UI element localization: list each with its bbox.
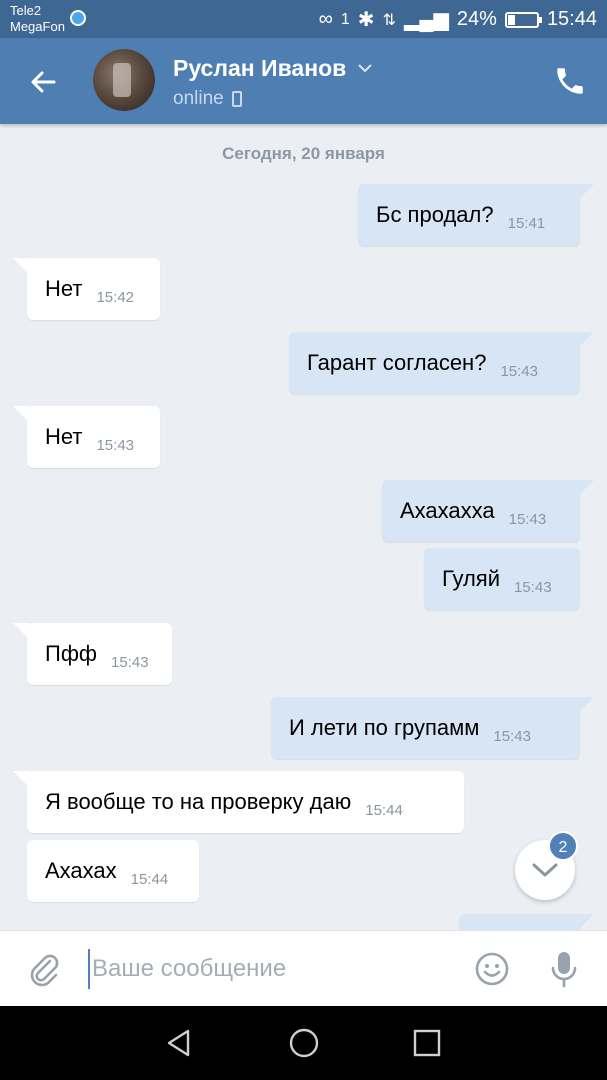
message-time: 15:43 [500, 362, 538, 380]
chevron-down-icon [532, 863, 558, 877]
message-time: 15:41 [507, 214, 546, 232]
emoji-icon[interactable] [474, 951, 510, 987]
message-text: И лети по групамм [289, 715, 480, 740]
presence-status: online [173, 88, 242, 110]
message-bubble-outgoing[interactable]: Гуляй 15:43 [424, 548, 580, 610]
message-text: Ахахахха [400, 498, 495, 523]
nav-recents-icon[interactable] [410, 1026, 444, 1060]
chat-header: Руслан Иванов online [0, 38, 607, 124]
paperclip-icon[interactable] [26, 951, 62, 987]
nav-home-icon[interactable] [287, 1026, 321, 1060]
message-bubble-incoming[interactable]: Я вообще то на проверку даю 15:44 [13, 771, 464, 833]
nav-back-icon[interactable] [162, 1026, 196, 1060]
signal-strength-icon: ▂▄▆ [403, 9, 449, 31]
microphone-icon[interactable] [546, 949, 582, 989]
data-signal-icon: ⇅ [382, 11, 396, 29]
message-bubble-outgoing[interactable]: Гарант согласен? 15:43 [289, 332, 594, 394]
message-bubble-incoming[interactable]: Нет 15:43 [13, 406, 160, 468]
message-text: Ахахах [45, 858, 117, 883]
avatar[interactable] [93, 49, 155, 111]
message-time: 15:42 [96, 288, 135, 306]
contact-name[interactable]: Руслан Иванов [173, 55, 346, 82]
chevron-down-icon[interactable] [357, 62, 373, 74]
phone-icon[interactable] [553, 64, 587, 98]
message-text: Я вообще то на проверку даю [45, 789, 352, 814]
carrier-2: MegaFon [10, 19, 65, 34]
clock: 15:44 [546, 8, 597, 30]
sim-index: 1 [340, 10, 350, 28]
message-text: Пфф [45, 641, 98, 666]
navigation-bar [0, 1006, 607, 1080]
back-arrow-icon[interactable] [24, 62, 64, 102]
message-bubble-outgoing[interactable]: Ахахахха 15:43 [382, 480, 594, 542]
carrier-names: Tele2 MegaFon [10, 3, 65, 35]
status-icons: ∞ 1 ✱ ⇅ ▂▄▆ 24% 15:44 [319, 7, 597, 32]
battery-fill [507, 14, 515, 25]
unread-count-badge: 2 [548, 831, 578, 861]
message-composer [0, 930, 607, 1006]
sync-icon [70, 10, 86, 26]
message-text: Бс продал? [376, 202, 494, 227]
status-bar: Tele2 MegaFon ∞ 1 ✱ ⇅ ▂▄▆ 24% 15:44 [0, 0, 607, 38]
presence-text: online [173, 88, 224, 109]
message-bubble-outgoing[interactable]: Бс продал? 15:41 [358, 184, 594, 246]
message-time: 15:43 [111, 653, 149, 671]
message-bubble-outgoing[interactable]: И лети по групамм 15:43 [271, 697, 594, 759]
message-bubble-incoming[interactable]: Нет 15:42 [13, 258, 160, 320]
message-time: 15:43 [514, 578, 552, 596]
message-input[interactable] [88, 949, 458, 989]
message-text: Нет [45, 276, 83, 301]
link-icon: ∞ [318, 8, 333, 30]
message-text: Нет [45, 424, 83, 449]
message-bubble-incoming[interactable]: Ахахах 15:44 [27, 840, 199, 902]
message-bubble-incoming[interactable]: Пфф 15:43 [13, 623, 172, 685]
message-text: Гарант согласен? [307, 350, 487, 375]
message-time: 15:44 [130, 870, 169, 888]
message-time: 15:43 [493, 727, 531, 745]
carrier-1: Tele2 [10, 3, 42, 18]
mobile-device-icon [231, 91, 242, 107]
message-time: 15:43 [96, 436, 135, 454]
message-time: 15:44 [365, 801, 403, 819]
message-text: Гуляй [442, 566, 500, 591]
bluetooth-icon: ✱ [357, 9, 375, 31]
battery-percent: 24% [456, 8, 497, 30]
battery-icon [504, 11, 542, 28]
date-separator: Сегодня, 20 января [222, 144, 385, 163]
message-time: 15:43 [508, 510, 547, 528]
